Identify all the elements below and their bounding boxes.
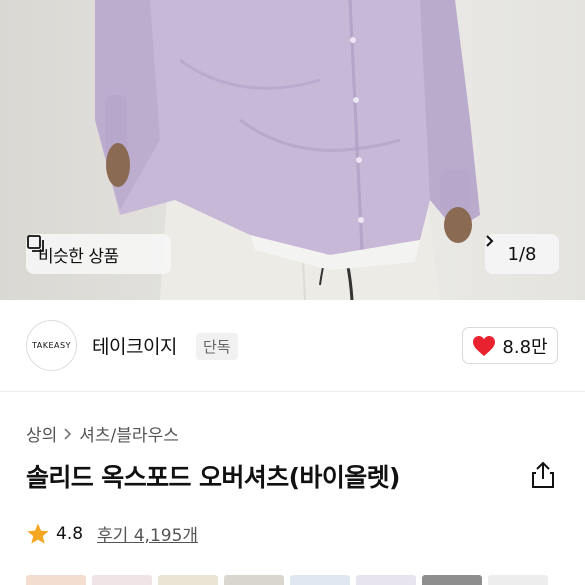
color-thumbnail-strip xyxy=(26,575,548,585)
breadcrumb-subcategory[interactable]: 셔츠/블라우스 xyxy=(79,421,179,446)
color-thumbnail[interactable] xyxy=(26,575,86,585)
color-thumbnail[interactable] xyxy=(158,575,218,585)
brand-row: TAKEASY 테이크이지 단독 8.8만 xyxy=(0,300,585,392)
like-count: 8.8만 xyxy=(502,336,548,358)
product-image[interactable]: 비슷한 상품 1/8 xyxy=(0,0,585,300)
color-thumbnail[interactable] xyxy=(92,575,152,585)
image-pager-button[interactable]: 1/8 xyxy=(485,234,559,274)
color-thumbnail[interactable] xyxy=(488,575,548,585)
brand-logo-text: TAKEASY xyxy=(32,341,71,350)
chevron-right-icon xyxy=(486,235,494,247)
similar-products-icon xyxy=(27,235,44,252)
like-button[interactable]: 8.8만 xyxy=(462,327,558,364)
rating-row: 4.8 후기 4,195개 xyxy=(26,521,198,546)
color-thumbnail[interactable] xyxy=(422,575,482,585)
brand-logo[interactable]: TAKEASY xyxy=(26,320,77,371)
exclusive-badge: 단독 xyxy=(196,333,238,360)
color-thumbnail[interactable] xyxy=(224,575,284,585)
product-title: 솔리드 옥스포드 오버셔츠(바이올렛) xyxy=(26,463,400,492)
share-icon xyxy=(532,461,554,488)
breadcrumb-category[interactable]: 상의 xyxy=(26,421,57,446)
similar-products-label: 비슷한 상품 xyxy=(38,246,119,267)
heart-icon xyxy=(473,335,496,356)
color-thumbnail[interactable] xyxy=(290,575,350,585)
similar-products-button[interactable]: 비슷한 상품 xyxy=(26,234,171,274)
brand-name-link[interactable]: 테이크이지 xyxy=(92,332,177,359)
color-thumbnail[interactable] xyxy=(356,575,416,585)
image-pager-text: 1/8 xyxy=(507,243,537,265)
share-button[interactable] xyxy=(528,460,558,490)
chevron-right-icon xyxy=(64,427,72,440)
rating-score: 4.8 xyxy=(56,523,84,544)
reviews-link[interactable]: 후기 4,195개 xyxy=(97,521,198,546)
star-icon xyxy=(27,523,49,544)
breadcrumb: 상의 셔츠/블라우스 xyxy=(26,421,179,446)
